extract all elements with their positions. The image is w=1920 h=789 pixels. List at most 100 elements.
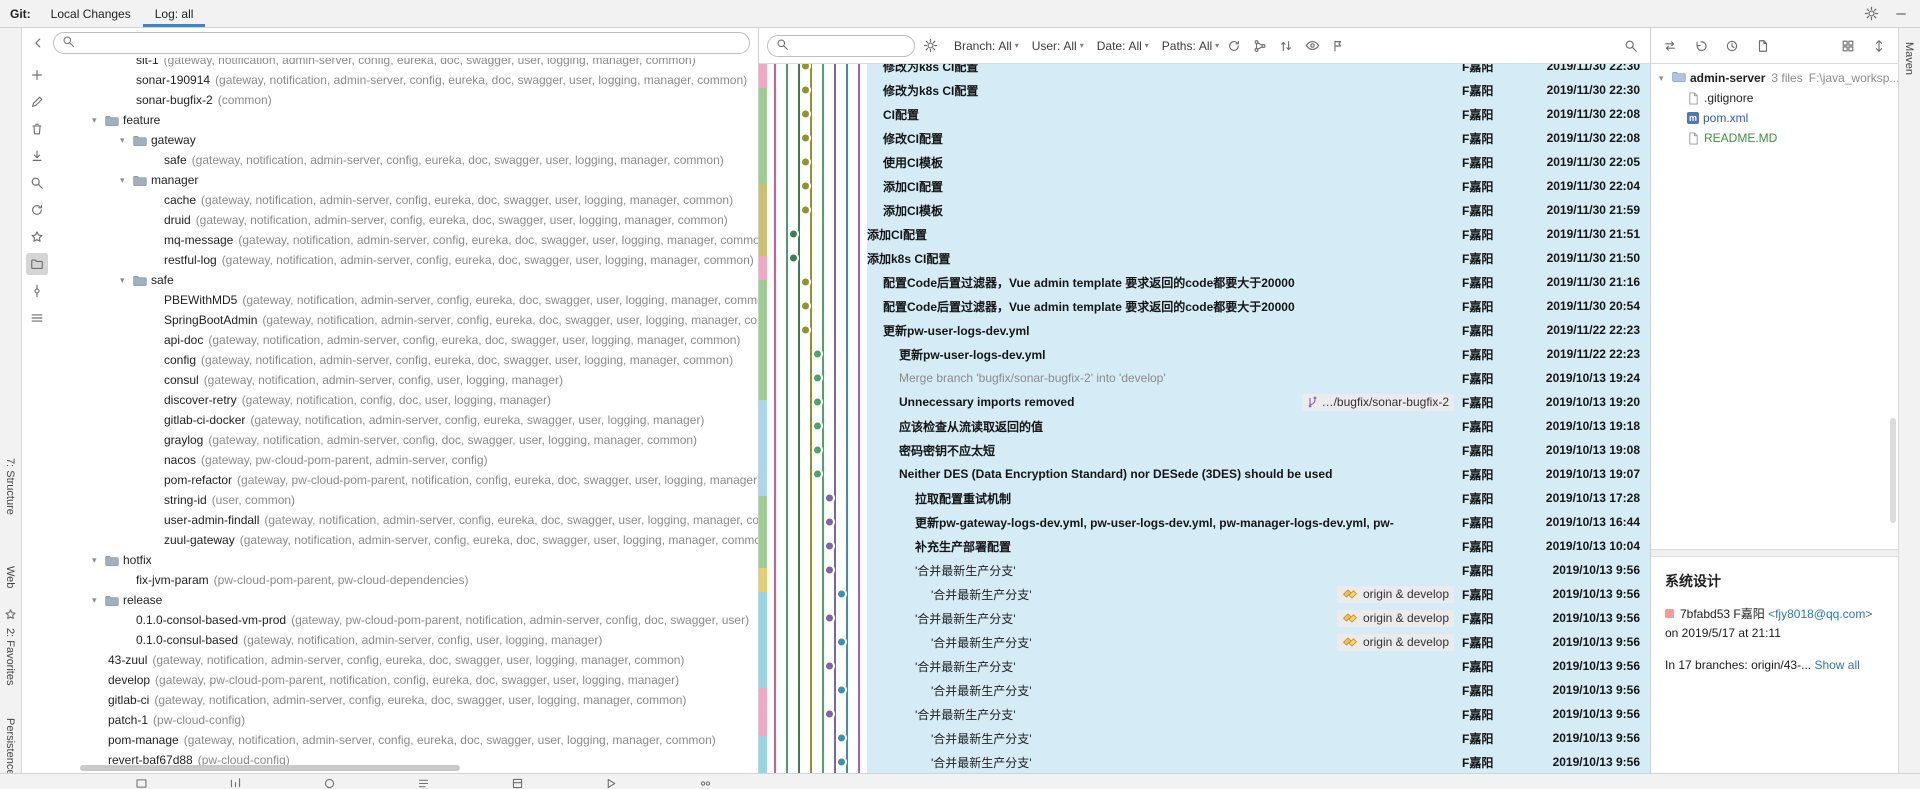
branch-folder-row[interactable]: ▾feature: [52, 110, 758, 130]
commit-row[interactable]: 更新pw-gateway-logs-dev.yml, pw-user-logs-…: [759, 510, 1650, 534]
intellisort-icon[interactable]: [1249, 35, 1271, 57]
commit-row[interactable]: 使用CI模板F嘉阳2019/11/30 22:05: [759, 150, 1650, 174]
branch-row[interactable]: zuul-gateway(gateway, notification, admi…: [52, 530, 758, 550]
changed-file-row[interactable]: mpom.xml: [1651, 108, 1898, 128]
hide-tool-window-icon[interactable]: [1890, 3, 1912, 25]
group-by-directory-icon[interactable]: [26, 253, 48, 275]
branch-row[interactable]: cache(gateway, notification, admin-serve…: [52, 190, 758, 210]
show-all-branches-link[interactable]: Show all: [1814, 658, 1859, 672]
branch-folder-row[interactable]: ▾manager: [52, 170, 758, 190]
commit-row[interactable]: 添加CI配置F嘉阳2019/11/30 22:04: [759, 174, 1650, 198]
refresh-icon[interactable]: [26, 199, 48, 221]
branch-row[interactable]: restful-log(gateway, notification, admin…: [52, 250, 758, 270]
vertical-scrollbar[interactable]: [1890, 418, 1896, 523]
branch-row[interactable]: gitlab-ci-docker(gateway, notification, …: [52, 410, 758, 430]
expand-arrow-icon[interactable]: ▾: [120, 175, 132, 186]
commit-row[interactable]: '合并最新生产分支'origin & developF嘉阳2019/10/13 …: [759, 582, 1650, 606]
view-options-icon[interactable]: [26, 307, 48, 329]
edit-icon[interactable]: [26, 91, 48, 113]
tool-window-tab-maven[interactable]: Maven: [1903, 42, 1915, 75]
commit-row[interactable]: 修改CI配置F嘉阳2019/11/30 22:08: [759, 126, 1650, 150]
go-to-hash-search-icon[interactable]: [1620, 35, 1642, 57]
commit-row[interactable]: '合并最新生产分支'F嘉阳2019/10/13 9:56: [759, 750, 1650, 773]
sort-icon[interactable]: [1275, 35, 1297, 57]
tool-window-tab-web[interactable]: Web: [4, 566, 16, 588]
commit-row[interactable]: 添加CI配置F嘉阳2019/11/30 21:51: [759, 222, 1650, 246]
branch-row[interactable]: graylog(gateway, notification, admin-ser…: [52, 430, 758, 450]
details-splitter[interactable]: [1651, 549, 1898, 557]
date-filter[interactable]: Date: All ▾: [1097, 39, 1149, 53]
branch-row[interactable]: patch-1(pw-cloud-config): [52, 710, 758, 730]
commit-row[interactable]: '合并最新生产分支'F嘉阳2019/10/13 9:56: [759, 654, 1650, 678]
rollback-icon[interactable]: [1690, 35, 1712, 57]
commit-row[interactable]: 添加CI模板F嘉阳2019/11/30 21:59: [759, 198, 1650, 222]
branch-row[interactable]: discover-retry(gateway, notification, co…: [52, 390, 758, 410]
branch-row[interactable]: mq-message(gateway, notification, admin-…: [52, 230, 758, 250]
filter-settings-icon[interactable]: [919, 35, 941, 57]
bottom-tool-icon[interactable]: [224, 773, 246, 789]
checkout-icon[interactable]: [26, 145, 48, 167]
tag-ref-chip[interactable]: origin & develop: [1337, 586, 1454, 603]
branch-row[interactable]: sonar-bugfix-2(common): [52, 90, 758, 110]
commit-row[interactable]: Merge branch 'bugfix/sonar-bugfix-2' int…: [759, 366, 1650, 390]
horizontal-scrollbar[interactable]: [80, 765, 460, 771]
refresh-log-icon[interactable]: [1223, 35, 1245, 57]
branch-row[interactable]: pom-manage(gateway, notification, admin-…: [52, 730, 758, 750]
tab-log-all[interactable]: Log: all: [143, 0, 206, 27]
branch-row[interactable]: safe(gateway, notification, admin-server…: [52, 150, 758, 170]
branch-filter[interactable]: Branch: All ▾: [954, 39, 1019, 53]
find-icon[interactable]: [26, 172, 48, 194]
branch-row[interactable]: string-id(user, common): [52, 490, 758, 510]
commit-node-icon[interactable]: [26, 280, 48, 302]
branch-row[interactable]: nacos(gateway, pw-cloud-pom-parent, admi…: [52, 450, 758, 470]
commit-row[interactable]: '合并最新生产分支'origin & developF嘉阳2019/10/13 …: [759, 630, 1650, 654]
commit-hash[interactable]: 7bfabd53: [1680, 607, 1730, 621]
branch-row[interactable]: PBEWithMD5(gateway, notification, admin-…: [52, 290, 758, 310]
compare-icon[interactable]: [1659, 35, 1681, 57]
commit-row[interactable]: '合并最新生产分支'F嘉阳2019/10/13 9:56: [759, 702, 1650, 726]
bottom-tool-icon[interactable]: [506, 773, 528, 789]
bottom-tool-icon[interactable]: [318, 773, 340, 789]
commit-row[interactable]: 修改为k8s CI配置F嘉阳2019/11/30 22:30: [759, 78, 1650, 102]
preview-diff-eye-icon[interactable]: [1301, 35, 1323, 57]
expand-arrow-icon[interactable]: ▾: [120, 135, 132, 146]
expand-all-icon[interactable]: [1868, 35, 1890, 57]
changed-file-row[interactable]: .gitignore: [1651, 88, 1898, 108]
changed-file-row[interactable]: README.MD: [1651, 128, 1898, 148]
commit-row[interactable]: '合并最新生产分支'F嘉阳2019/10/13 9:56: [759, 678, 1650, 702]
tag-ref-chip[interactable]: origin & develop: [1337, 634, 1454, 651]
history-clock-icon[interactable]: [1721, 35, 1743, 57]
log-filter-input[interactable]: [767, 35, 915, 57]
branch-folder-row[interactable]: ▾safe: [52, 270, 758, 290]
changed-files-root-row[interactable]: ▾ admin-server 3 files F:\java_worksp...: [1651, 68, 1898, 88]
branch-folder-row[interactable]: ▾release: [52, 590, 758, 610]
paths-filter[interactable]: Paths: All ▾: [1162, 39, 1219, 53]
branch-row[interactable]: 0.1.0-consol-based-vm-prod(gateway, pw-c…: [52, 610, 758, 630]
commit-row[interactable]: '合并最新生产分支'origin & developF嘉阳2019/10/13 …: [759, 606, 1650, 630]
commit-row[interactable]: 更新pw-user-logs-dev.ymlF嘉阳2019/11/22 22:2…: [759, 318, 1650, 342]
commit-row[interactable]: 更新pw-user-logs-dev.ymlF嘉阳2019/11/22 22:2…: [759, 342, 1650, 366]
bottom-tool-icon[interactable]: [600, 773, 622, 789]
show-diff-icon[interactable]: [1752, 35, 1774, 57]
branch-row[interactable]: sonar-190914(gateway, notification, admi…: [52, 70, 758, 90]
branch-row[interactable]: config(gateway, notification, admin-serv…: [52, 350, 758, 370]
settings-gear-icon[interactable]: [1860, 3, 1882, 25]
user-filter[interactable]: User: All ▾: [1032, 39, 1084, 53]
commit-row[interactable]: '合并最新生产分支'F嘉阳2019/10/13 9:56: [759, 558, 1650, 582]
back-arrow-icon[interactable]: [27, 32, 49, 54]
bottom-tool-icon[interactable]: [412, 773, 434, 789]
favorite-star-icon[interactable]: [26, 226, 48, 248]
tool-window-tab-favorites[interactable]: 2: Favorites: [4, 628, 16, 685]
commit-row[interactable]: 拉取配置重试机制F嘉阳2019/10/13 17:28: [759, 486, 1650, 510]
collapse-branches-icon[interactable]: [1327, 35, 1349, 57]
branch-row[interactable]: develop(gateway, pw-cloud-pom-parent, no…: [52, 670, 758, 690]
expand-arrow-icon[interactable]: ▾: [1659, 73, 1671, 84]
branch-folder-row[interactable]: ▾hotfix: [52, 550, 758, 570]
branch-row[interactable]: user-admin-findall(gateway, notification…: [52, 510, 758, 530]
branch-row[interactable]: druid(gateway, notification, admin-serve…: [52, 210, 758, 230]
branch-search-input[interactable]: [53, 32, 750, 54]
commit-row[interactable]: '合并最新生产分支'F嘉阳2019/10/13 9:56: [759, 726, 1650, 750]
commit-row[interactable]: 配置Code后置过滤器，Vue admin template 要求返回的code…: [759, 270, 1650, 294]
group-by-icon[interactable]: [1837, 35, 1859, 57]
expand-arrow-icon[interactable]: ▾: [92, 595, 104, 606]
